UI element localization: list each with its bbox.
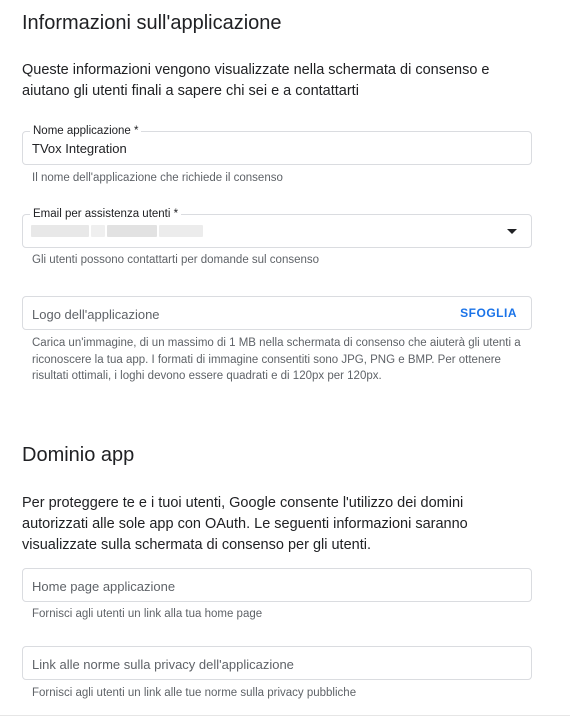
app-logo-placeholder: Logo dell'applicazione bbox=[32, 307, 160, 322]
app-name-value: TVox Integration bbox=[32, 141, 127, 156]
app-name-label: Nome applicazione * bbox=[30, 124, 142, 138]
homepage-hint: Fornisci agli utenti un link alla tua ho… bbox=[32, 608, 263, 620]
support-email-hint: Gli utenti possono contattarti per doman… bbox=[32, 254, 320, 266]
privacy-policy-hint: Fornisci agli utenti un link alle tue no… bbox=[32, 687, 357, 699]
section-title-app-info: Informazioni sull'applicazione bbox=[22, 12, 282, 34]
homepage-placeholder: Home page applicazione bbox=[32, 579, 176, 594]
app-domain-description: Per proteggere te e i tuoi utenti, Googl… bbox=[22, 495, 468, 553]
privacy-policy-input[interactable]: Link alle norme sulla privacy dell'appli… bbox=[22, 646, 532, 680]
app-name-field[interactable]: Nome applicazione * TVox Integration bbox=[22, 124, 532, 165]
privacy-policy-placeholder: Link alle norme sulla privacy dell'appli… bbox=[32, 657, 294, 672]
app-info-description: Queste informazioni vengono visualizzate… bbox=[22, 62, 490, 99]
browse-button[interactable]: SFOGLIA bbox=[460, 306, 517, 320]
app-name-hint: Il nome dell'applicazione che richiede i… bbox=[32, 172, 283, 184]
dropdown-arrow-icon[interactable] bbox=[507, 229, 517, 234]
redacted-email-value bbox=[31, 225, 203, 237]
homepage-input[interactable]: Home page applicazione bbox=[22, 568, 532, 602]
app-logo-hint: Carica un'immagine, di un massimo di 1 M… bbox=[32, 337, 521, 382]
app-logo-field[interactable]: Logo dell'applicazione SFOGLIA bbox=[22, 296, 532, 330]
support-email-label: Email per assistenza utenti * bbox=[30, 207, 182, 221]
section-title-app-domain: Dominio app bbox=[22, 444, 135, 466]
support-email-select[interactable]: Email per assistenza utenti * bbox=[22, 207, 532, 248]
bottom-divider bbox=[0, 715, 570, 716]
